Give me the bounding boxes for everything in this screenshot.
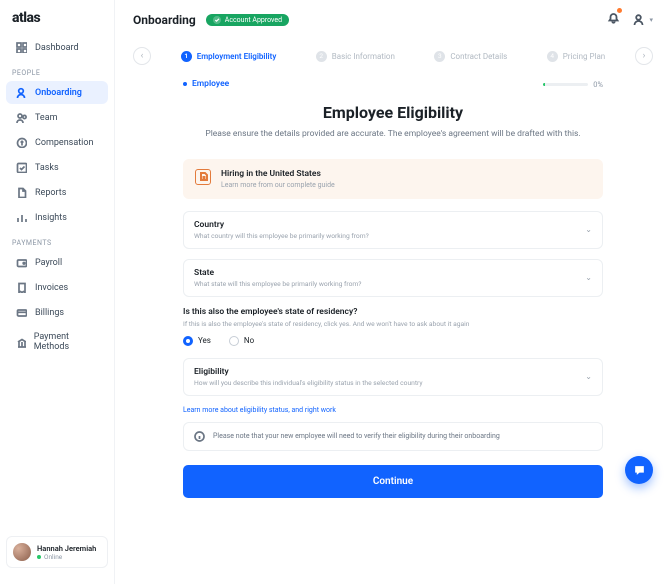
nav-label: Reports bbox=[35, 188, 66, 198]
help-fab[interactable] bbox=[625, 456, 653, 484]
user-menu[interactable]: ▾ bbox=[632, 13, 653, 26]
step-3[interactable]: 3Contract Details bbox=[434, 51, 507, 62]
page-heading: Employee Eligibility bbox=[183, 103, 603, 122]
notification-dot bbox=[617, 8, 622, 13]
brand-logo: atlas bbox=[0, 10, 114, 36]
nav-team[interactable]: Team bbox=[6, 106, 108, 129]
chat-icon bbox=[633, 464, 646, 477]
user-plus-icon bbox=[16, 87, 27, 98]
bell-icon bbox=[607, 12, 620, 25]
page-title: Onboarding bbox=[133, 13, 196, 27]
wallet-icon bbox=[16, 257, 27, 268]
nav-dashboard[interactable]: Dashboard bbox=[6, 36, 108, 59]
bank-icon bbox=[16, 337, 26, 348]
status-badge: Account Approved bbox=[206, 14, 289, 26]
nav-label: Onboarding bbox=[35, 88, 82, 98]
step-1[interactable]: 1Employment Eligibility bbox=[181, 51, 277, 62]
radio-yes[interactable]: Yes bbox=[183, 336, 211, 346]
check-square-icon bbox=[16, 162, 27, 173]
nav-compensation[interactable]: Compensation bbox=[6, 131, 108, 154]
chevron-down-icon: ⌄ bbox=[585, 225, 592, 234]
step-prev-button[interactable]: ‹ bbox=[133, 47, 151, 65]
field-label: State bbox=[194, 268, 361, 278]
topbar: Onboarding Account Approved ▾ bbox=[133, 10, 653, 29]
field-hint: What state will this employee be primari… bbox=[194, 280, 361, 288]
user-card[interactable]: Hannah Jeremiah Online bbox=[6, 536, 108, 568]
nav-section-payments: PAYMENTS bbox=[0, 229, 114, 251]
nav-label: Compensation bbox=[35, 138, 93, 148]
avatar bbox=[13, 543, 31, 561]
nav-insights[interactable]: Insights bbox=[6, 206, 108, 229]
users-icon bbox=[16, 112, 27, 123]
nav-label: Tasks bbox=[35, 163, 59, 173]
step-4[interactable]: 4Pricing Plan bbox=[547, 51, 606, 62]
nav-section-people: PEOPLE bbox=[0, 59, 114, 81]
nav-payment-methods[interactable]: Payment Methods bbox=[6, 326, 108, 358]
nav-label: Team bbox=[35, 113, 58, 123]
user-icon bbox=[632, 13, 645, 26]
user-status: Online bbox=[37, 553, 96, 561]
sidebar: atlas Dashboard PEOPLE Onboarding Team C… bbox=[0, 0, 115, 584]
info-text: Please note that your new employee will … bbox=[213, 432, 500, 440]
radio-no[interactable]: No bbox=[229, 336, 254, 346]
document-icon bbox=[195, 169, 211, 185]
continue-button[interactable]: Continue bbox=[183, 465, 603, 498]
eligibility-select[interactable]: Eligibility How will you describe this i… bbox=[183, 358, 603, 396]
step-next-button[interactable]: › bbox=[635, 47, 653, 65]
notice-sub: Learn more from our complete guide bbox=[221, 181, 335, 189]
stepper: ‹ 1Employment Eligibility 2Basic Informa… bbox=[133, 47, 653, 65]
nav-label: Payment Methods bbox=[34, 332, 98, 352]
page-subheading: Please ensure the details provided are a… bbox=[183, 128, 603, 141]
card-icon bbox=[16, 307, 27, 318]
progress-indicator: 0% bbox=[543, 80, 603, 89]
info-icon bbox=[194, 431, 205, 442]
tab-employee[interactable]: Employee bbox=[183, 79, 229, 89]
field-hint: How will you describe this individual's … bbox=[194, 379, 423, 387]
field-hint: What country will this employee be prima… bbox=[194, 232, 369, 240]
hiring-notice[interactable]: Hiring in the United States Learn more f… bbox=[183, 159, 603, 199]
coins-icon bbox=[16, 137, 27, 148]
nav-label: Insights bbox=[35, 213, 67, 223]
residency-question: Is this also the employee's state of res… bbox=[183, 307, 603, 317]
nav-onboarding[interactable]: Onboarding bbox=[6, 81, 108, 104]
chevron-down-icon: ▾ bbox=[649, 16, 653, 24]
residency-radios: Yes No bbox=[183, 336, 603, 346]
user-name: Hannah Jeremiah bbox=[37, 544, 96, 553]
field-label: Country bbox=[194, 220, 369, 230]
notice-title: Hiring in the United States bbox=[221, 169, 335, 179]
nav-reports[interactable]: Reports bbox=[6, 181, 108, 204]
nav-invoices[interactable]: Invoices bbox=[6, 276, 108, 299]
chevron-down-icon: ⌄ bbox=[585, 273, 592, 282]
grid-icon bbox=[16, 42, 27, 53]
field-label: Eligibility bbox=[194, 367, 423, 377]
nav-billings[interactable]: Billings bbox=[6, 301, 108, 324]
chevron-down-icon: ⌄ bbox=[585, 372, 592, 381]
state-select[interactable]: State What state will this employee be p… bbox=[183, 259, 603, 297]
nav-label: Payroll bbox=[35, 258, 62, 268]
receipt-icon bbox=[16, 282, 27, 293]
step-2[interactable]: 2Basic Information bbox=[316, 51, 395, 62]
chart-icon bbox=[16, 212, 27, 223]
check-icon bbox=[213, 16, 221, 24]
learn-more-link[interactable]: Learn more about eligibility status, and… bbox=[183, 406, 603, 414]
country-select[interactable]: Country What country will this employee … bbox=[183, 211, 603, 249]
nav-label: Billings bbox=[35, 308, 64, 318]
nav-label: Dashboard bbox=[35, 43, 79, 53]
residency-hint: If this is also the employee's state of … bbox=[183, 320, 603, 328]
nav-payroll[interactable]: Payroll bbox=[6, 251, 108, 274]
file-icon bbox=[16, 187, 27, 198]
info-note: Please note that your new employee will … bbox=[183, 422, 603, 451]
nav-tasks[interactable]: Tasks bbox=[6, 156, 108, 179]
main: Onboarding Account Approved ▾ ‹ bbox=[115, 0, 671, 584]
nav-label: Invoices bbox=[35, 283, 68, 293]
notifications-button[interactable] bbox=[607, 10, 620, 29]
